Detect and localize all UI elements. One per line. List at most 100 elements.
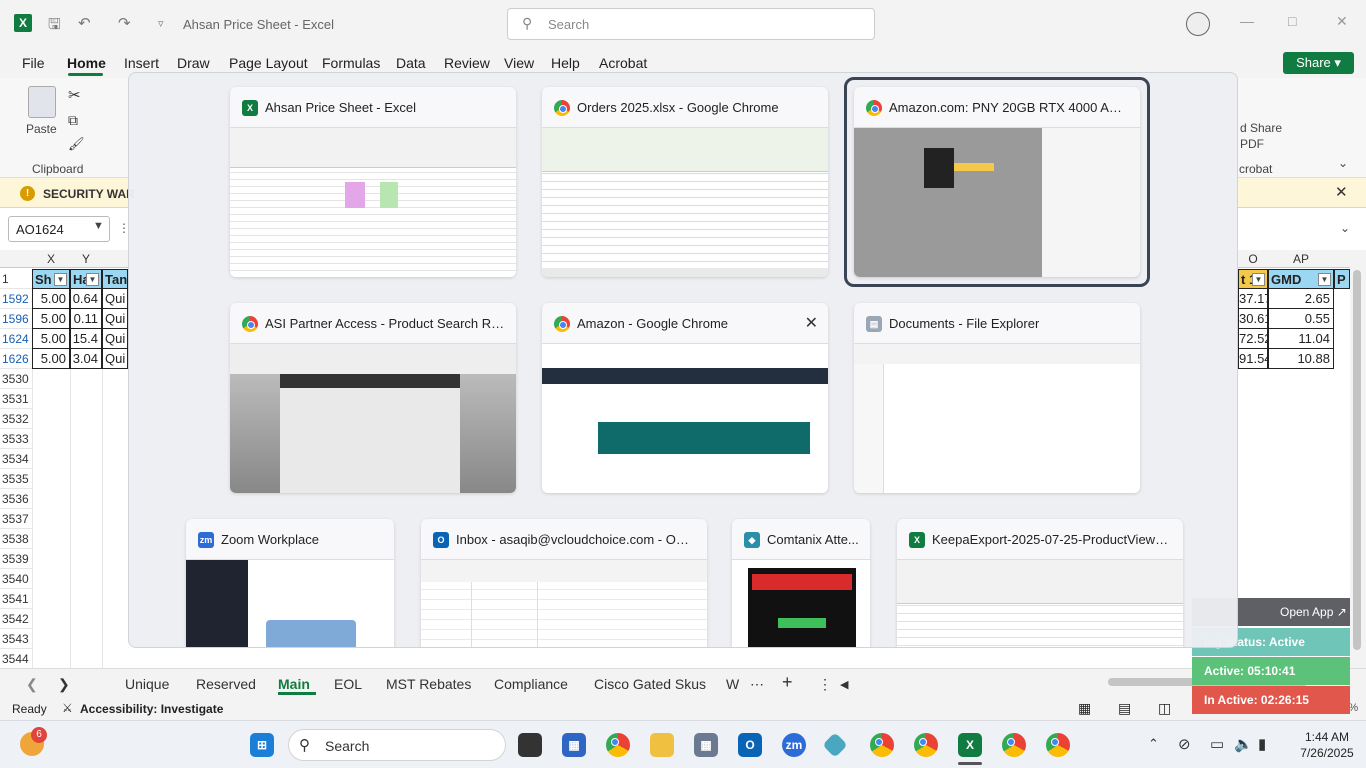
cell[interactable]: 37.17 (1238, 289, 1272, 309)
window-card-orders[interactable]: Orders 2025.xlsx - Google Chrome (542, 87, 828, 277)
normal-view-icon[interactable]: ▦ (1078, 700, 1091, 717)
header-cell-sh[interactable]: Sh ▼ (32, 269, 70, 289)
store-icon[interactable]: ▦ (562, 733, 586, 757)
row-header[interactable]: 1596 (0, 309, 32, 329)
filter-dropdown-icon[interactable]: ▼ (54, 273, 67, 286)
battery-icon[interactable]: ▮ (1258, 735, 1266, 753)
column-header-z[interactable] (102, 250, 128, 268)
cell[interactable]: Qui (102, 309, 128, 329)
account-avatar-icon[interactable] (1186, 12, 1210, 36)
undo-icon[interactable]: ↶ (78, 14, 91, 32)
tab-review[interactable]: Review (444, 55, 490, 71)
tab-insert[interactable]: Insert (124, 55, 159, 71)
sheet-tab-compliance[interactable]: Compliance (494, 676, 568, 692)
sheet-tab-unique[interactable]: Unique (125, 676, 169, 692)
zoom-taskbar-icon[interactable]: zm (782, 733, 806, 757)
sheet-tab-main[interactable]: Main (278, 676, 310, 692)
header-cell-ha[interactable]: Ha ▼ (70, 269, 102, 289)
cell[interactable]: 0.64 (70, 289, 102, 309)
tab-home[interactable]: Home (67, 55, 106, 71)
redo-icon[interactable]: ↷ (118, 14, 131, 32)
header-cell-ao[interactable]: t 1 ▼ (1238, 269, 1268, 289)
row-header[interactable]: 3543 (0, 629, 32, 649)
window-card-zoom[interactable]: zm Zoom Workplace (186, 519, 394, 647)
close-window-icon[interactable]: ✕ (1336, 13, 1348, 30)
accessibility-icon[interactable]: ⚔ (62, 701, 73, 715)
search-box[interactable]: ⚲ Search (507, 8, 875, 40)
row-header[interactable]: 1626 (0, 349, 32, 369)
cell[interactable]: 5.00 (32, 289, 70, 309)
close-security-bar-icon[interactable]: ✕ (1335, 183, 1348, 201)
cell[interactable]: 30.61 (1238, 309, 1272, 329)
window-card-asi-partner[interactable]: ASI Partner Access - Product Search Resu… (230, 303, 516, 493)
tab-formulas[interactable]: Formulas (322, 55, 380, 71)
row-header[interactable]: 3539 (0, 549, 32, 569)
filter-dropdown-icon[interactable]: ▼ (86, 273, 99, 286)
tab-help[interactable]: Help (551, 55, 580, 71)
sheet-tab-mst-rebates[interactable]: MST Rebates (386, 676, 471, 692)
row-header[interactable]: 3542 (0, 609, 32, 629)
cell[interactable]: Qui (102, 289, 128, 309)
page-break-view-icon[interactable]: ◫ (1158, 700, 1171, 717)
accessibility-status[interactable]: Accessibility: Investigate (80, 702, 223, 716)
cell[interactable]: Qui (102, 329, 128, 349)
chrome-profile2-taskbar-icon[interactable] (914, 733, 938, 757)
row-header[interactable]: 3537 (0, 509, 32, 529)
header-cell-p[interactable]: P (1334, 269, 1350, 289)
select-all-corner[interactable] (0, 250, 32, 268)
close-window-card-icon[interactable]: ✕ (805, 313, 818, 333)
cell[interactable]: 91.54 (1238, 349, 1272, 369)
maximize-icon[interactable]: □ (1288, 13, 1296, 29)
window-card-excel[interactable]: X Ahsan Price Sheet - Excel (230, 87, 516, 277)
tab-data[interactable]: Data (396, 55, 426, 71)
more-sheets-icon[interactable]: ⋯ (750, 676, 764, 693)
tab-acrobat[interactable]: Acrobat (599, 55, 647, 71)
page-layout-view-icon[interactable]: ▤ (1118, 700, 1131, 717)
cell[interactable]: Qui (102, 349, 128, 369)
add-sheet-icon[interactable]: + (782, 672, 793, 693)
cell[interactable]: 3.04 (70, 349, 102, 369)
column-header-ao[interactable]: O (1238, 250, 1268, 268)
vertical-scrollbar-thumb[interactable] (1353, 270, 1361, 650)
row-header[interactable]: 3538 (0, 529, 32, 549)
cell[interactable]: 0.11 (70, 309, 102, 329)
sheet-options-icon[interactable]: ⋮ (818, 676, 832, 693)
row-header[interactable]: 3531 (0, 389, 32, 409)
taskbar-search[interactable]: ⚲ Search (288, 729, 506, 761)
calculator-icon[interactable]: ▦ (694, 733, 718, 757)
cell[interactable]: 5.00 (32, 329, 70, 349)
cell[interactable]: 5.00 (32, 309, 70, 329)
sheet-tab-eol[interactable]: EOL (334, 676, 362, 692)
filter-dropdown-icon[interactable]: ▼ (1318, 273, 1331, 286)
ribbon-collapse-icon[interactable]: ⌄ (1338, 156, 1348, 170)
row-header[interactable]: 3544 (0, 649, 32, 669)
format-painter-icon[interactable]: 🖌 (68, 136, 85, 152)
customize-qat-icon[interactable]: ▿ (158, 17, 164, 30)
tab-view[interactable]: View (504, 55, 534, 71)
cell[interactable]: 5.00 (32, 349, 70, 369)
file-explorer-taskbar-icon[interactable] (650, 733, 674, 757)
cell[interactable]: 0.55 (1268, 309, 1334, 329)
formula-bar-expand-icon[interactable]: ⌄ (1340, 221, 1350, 235)
column-header-y[interactable]: Y (70, 250, 102, 268)
row-header[interactable]: 3534 (0, 449, 32, 469)
scroll-left-icon[interactable]: ◀ (840, 678, 848, 691)
filter-dropdown-icon[interactable]: ▼ (1252, 273, 1265, 286)
chrome-taskbar-icon[interactable] (606, 733, 630, 757)
row-header[interactable]: 3541 (0, 589, 32, 609)
next-sheet-icon[interactable]: ❯ (58, 676, 70, 693)
sheet-tab-cisco-gated-skus[interactable]: Cisco Gated Skus (594, 676, 706, 692)
row-header[interactable]: 3536 (0, 489, 32, 509)
task-view-icon[interactable] (518, 733, 542, 757)
share-button[interactable]: Share ▾ (1283, 52, 1354, 74)
paste-icon[interactable] (28, 86, 56, 118)
volume-icon[interactable]: 🔈 (1234, 735, 1253, 753)
clock-date[interactable]: 7/26/2025 (1292, 746, 1362, 760)
cut-icon[interactable]: ✂ (68, 86, 81, 104)
cell[interactable]: 15.4 (70, 329, 102, 349)
cell[interactable]: 2.65 (1268, 289, 1334, 309)
tab-file[interactable]: File (22, 55, 45, 71)
outlook-taskbar-icon[interactable]: O (738, 733, 762, 757)
prev-sheet-icon[interactable]: ❮ (26, 676, 38, 693)
chrome-profile3-taskbar-icon[interactable] (1002, 733, 1026, 757)
